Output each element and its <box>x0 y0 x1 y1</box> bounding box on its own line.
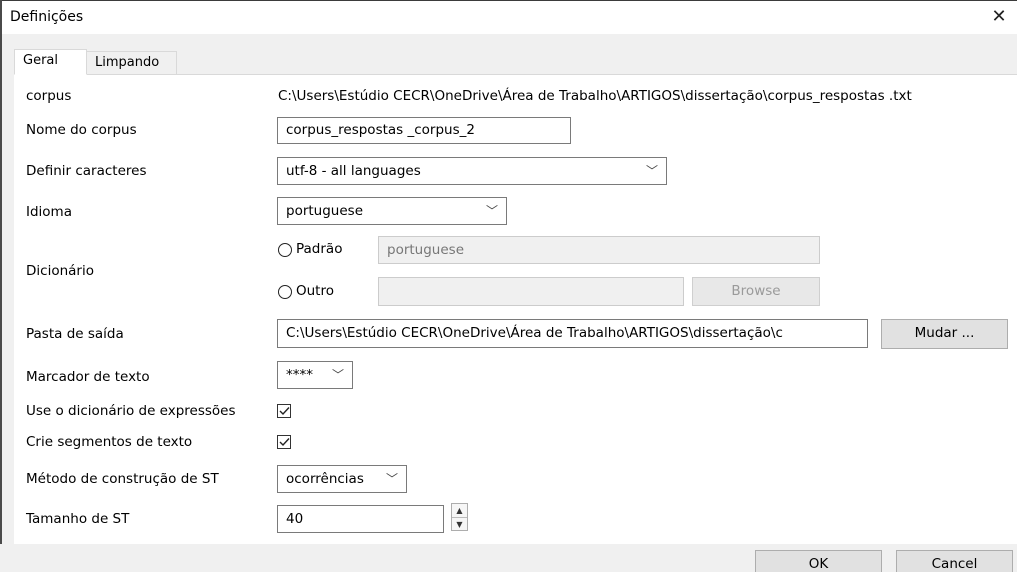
corpus-path: C:\Users\Estúdio CECR\OneDrive\Área de T… <box>278 88 912 104</box>
encoding-value: utf-8 - all languages <box>286 163 421 179</box>
st-size-stepper[interactable]: ▲ ▼ <box>451 503 468 531</box>
window-title: Definições <box>10 9 84 25</box>
dictionary-default-field: portuguese <box>378 236 820 264</box>
encoding-select[interactable]: utf-8 - all languages ﹀ <box>277 157 667 185</box>
browse-button[interactable]: Browse <box>692 277 820 306</box>
stepper-down-icon[interactable]: ▼ <box>452 517 467 531</box>
checkmark-icon <box>279 407 290 416</box>
dictionary-other-field <box>378 277 684 306</box>
encoding-label: Definir caracteres <box>26 163 147 179</box>
title-bar: Definições ✕ <box>0 1 1017 34</box>
radio-padrao[interactable] <box>278 243 292 257</box>
chevron-down-icon: ﹀ <box>485 204 498 218</box>
output-folder-input[interactable]: C:\Users\Estúdio CECR\OneDrive\Área de T… <box>277 319 868 348</box>
chevron-down-icon: ﹀ <box>645 164 658 178</box>
stepper-up-icon[interactable]: ▲ <box>452 504 467 517</box>
text-marker-value: **** <box>286 367 313 383</box>
close-icon[interactable]: ✕ <box>985 2 1013 32</box>
radio-padrao-label: Padrão <box>296 241 343 257</box>
create-segments-label: Crie segmentos de texto <box>26 434 193 450</box>
language-select[interactable]: portuguese ﹀ <box>277 197 507 225</box>
corpus-name-label: Nome do corpus <box>26 122 137 138</box>
checkmark-icon <box>279 438 290 447</box>
chevron-down-icon: ﹀ <box>385 472 398 486</box>
st-size-label: Tamanho de ST <box>26 511 130 527</box>
st-method-label: Método de construção de ST <box>26 471 219 487</box>
use-expressions-checkbox[interactable] <box>277 404 291 418</box>
left-border <box>0 0 2 572</box>
corpus-label: corpus <box>26 88 72 104</box>
text-marker-label: Marcador de texto <box>26 369 150 385</box>
st-method-value: ocorrências <box>286 471 364 487</box>
chevron-down-icon: ﹀ <box>331 368 344 382</box>
language-label: Idioma <box>26 204 72 220</box>
st-size-input[interactable]: 40 <box>277 505 444 533</box>
create-segments-checkbox[interactable] <box>277 435 291 449</box>
text-marker-select[interactable]: **** ﹀ <box>277 361 353 389</box>
tab-geral[interactable]: Geral <box>14 49 87 75</box>
dictionary-label: Dicionário <box>26 263 94 279</box>
st-method-select[interactable]: ocorrências ﹀ <box>277 465 407 493</box>
language-value: portuguese <box>286 203 363 219</box>
ok-button[interactable]: OK <box>755 550 882 572</box>
output-folder-label: Pasta de saída <box>26 326 124 342</box>
change-folder-button[interactable]: Mudar ... <box>881 319 1008 349</box>
use-expressions-label: Use o dicionário de expressões <box>26 403 236 419</box>
cancel-button[interactable]: Cancel <box>896 550 1013 572</box>
tab-limpando[interactable]: Limpando <box>86 51 177 75</box>
corpus-name-input[interactable]: corpus_respostas _corpus_2 <box>277 117 571 144</box>
settings-dialog: Definições ✕ Geral Limpando corpus C:\Us… <box>0 0 1017 572</box>
radio-outro-label: Outro <box>296 283 334 299</box>
top-border <box>0 0 1017 1</box>
radio-outro[interactable] <box>278 285 292 299</box>
